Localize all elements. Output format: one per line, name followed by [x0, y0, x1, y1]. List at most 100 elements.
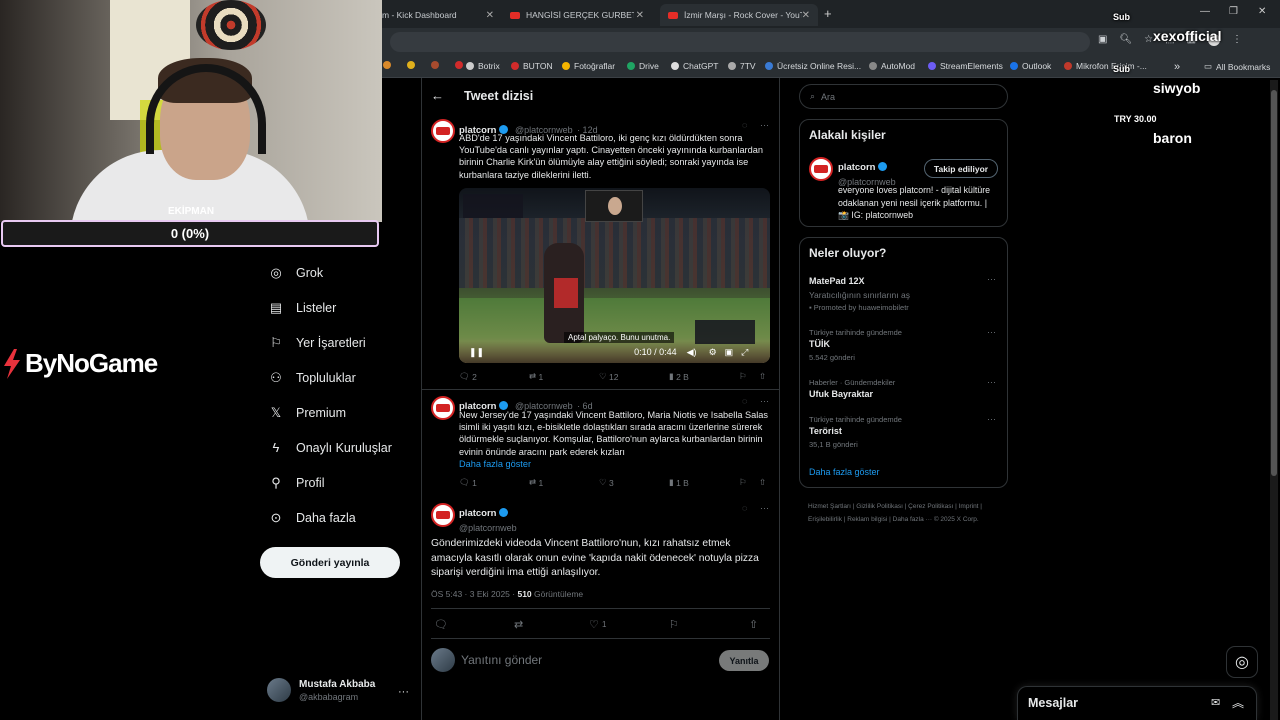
bookmark-icon[interactable]: ⚐ — [739, 477, 759, 488]
nav-bookmarks[interactable]: ⚐ Yer İşaretleri — [268, 335, 366, 351]
nav-grok[interactable]: ◎ Grok — [268, 265, 323, 281]
bookmark-drive[interactable]: Drive — [627, 61, 659, 71]
nav-communities[interactable]: ⚇ Topluluklar — [268, 370, 356, 386]
tweet-timestamp[interactable]: ÖS 5:43 · 3 Eki 2025 · — [431, 589, 517, 599]
trend-more-icon[interactable]: ··· — [987, 274, 996, 284]
menu-icon[interactable]: ⋮ — [1232, 34, 1242, 46]
avatar[interactable] — [431, 503, 455, 527]
close-icon[interactable]: ✕ — [802, 10, 810, 21]
trend-name[interactable]: MatePad 12X — [809, 276, 865, 286]
tweet-author-handle[interactable]: @platcornweb — [459, 523, 517, 533]
search-icon: ⌕ — [810, 91, 816, 101]
footer-links[interactable]: Hizmet Şartları | Gizlilik Politikası | … — [808, 500, 1003, 526]
pip-icon[interactable]: ▣ — [725, 347, 734, 358]
close-window-icon[interactable]: ✕ — [1258, 6, 1266, 17]
grok-icon[interactable]: ◌ — [742, 396, 747, 406]
bookmark-fotograflar[interactable]: Fotoğraflar — [562, 61, 615, 71]
maximize-icon[interactable]: ❐ — [1229, 6, 1238, 17]
bookmark-outlook[interactable]: Outlook — [1010, 61, 1051, 71]
trend-name[interactable]: Ufuk Bayraktar — [809, 389, 873, 399]
new-tab-button[interactable]: + — [824, 6, 832, 21]
trend-name[interactable]: Terörist — [809, 426, 842, 436]
bookmark-botrix[interactable]: Botrix — [466, 61, 500, 71]
nav-lists[interactable]: ▤ Listeler — [268, 300, 336, 316]
trend-more-icon[interactable]: ··· — [987, 377, 996, 387]
nav-verified-orgs[interactable]: ϟ Onaylı Kuruluşlar — [268, 440, 392, 455]
avatar[interactable] — [431, 396, 455, 420]
tweet-video[interactable]: Aptal palyaço. Bunu unutma. ❚❚ 0:10 / 0:… — [459, 188, 770, 363]
close-icon[interactable]: ✕ — [486, 10, 494, 21]
avatar[interactable] — [809, 157, 833, 181]
bookmark-buton[interactable]: BUTON — [511, 61, 553, 71]
following-button[interactable]: Takip ediliyor — [924, 159, 998, 178]
bookmark-streamelements[interactable]: StreamElements — [928, 61, 1003, 71]
bookmark-mikrofon[interactable]: Mikrofon Erişim -... — [1064, 61, 1147, 71]
address-bar[interactable] — [390, 32, 1090, 52]
like-button[interactable]: ♡ 12 — [599, 371, 669, 382]
cast-icon[interactable]: ▣ — [1098, 34, 1107, 46]
tweet-author-name[interactable]: platcorn — [459, 508, 496, 519]
nav-premium[interactable]: 𝕏 Premium — [268, 405, 346, 421]
settings-gear-icon[interactable]: ⚙ — [709, 347, 717, 358]
account-more-button[interactable]: ··· — [398, 686, 409, 698]
tab-youtube-gurbetci[interactable]: HANGİSİ GERÇEK GURBETÇİ?! F ✕ — [502, 4, 652, 26]
post-button[interactable]: Gönderi yayınla — [260, 547, 400, 578]
compose-message-icon[interactable]: ✉ — [1211, 696, 1220, 709]
tweet-more-icon[interactable]: ··· — [760, 396, 769, 406]
nav-more[interactable]: ⊙ Daha fazla — [268, 510, 356, 526]
messages-drawer[interactable]: Mesajlar ✉ ︽ — [1017, 686, 1257, 720]
reply-icon[interactable]: 🗨︎ — [434, 618, 514, 631]
trend-more-icon[interactable]: ··· — [987, 327, 996, 337]
bookmark-automod[interactable]: AutoMod — [869, 61, 915, 71]
bookmark-favicons[interactable] — [383, 61, 467, 69]
scrollbar-thumb[interactable] — [1271, 90, 1277, 476]
bookmark-ucretsiz[interactable]: Ücretsiz Online Resi... — [765, 61, 861, 71]
bookmark-icon[interactable]: ⚐ — [669, 618, 749, 631]
related-name[interactable]: platcorn — [838, 162, 875, 173]
chevron-up-icon[interactable]: ︽ — [1232, 694, 1244, 711]
tab-youtube-izmir[interactable]: İzmir Marşı - Rock Cover - YouT ✕ — [660, 4, 818, 26]
bookmark-7tv[interactable]: 7TV — [728, 61, 756, 71]
reply-button[interactable]: 🗨︎ 2 — [459, 371, 529, 382]
reply-input[interactable]: Yanıtını gönder — [461, 653, 542, 667]
repost-icon[interactable]: ⇄ — [514, 618, 589, 631]
nav-profile[interactable]: ⚲ Profil — [268, 475, 324, 491]
trend-name[interactable]: TÜİK — [809, 339, 830, 349]
goal-progress-bar: 0 (0%) — [1, 220, 379, 247]
reply-button[interactable]: 🗨︎ 1 — [459, 477, 529, 488]
share-icon[interactable]: ⇧ — [759, 477, 766, 488]
bookmark-icon[interactable]: ⚐ — [739, 371, 759, 382]
account-switcher[interactable]: Mustafa Akbaba @akbabagram — [267, 678, 375, 702]
tab-kick-dashboard[interactable]: m - Kick Dashboard ✕ — [374, 4, 502, 26]
repost-button[interactable]: ⇄ 1 — [529, 371, 599, 382]
like-button[interactable]: ♡ 1 — [589, 618, 669, 631]
reply-submit-button[interactable]: Yanıtla — [719, 650, 769, 671]
pause-icon[interactable]: ❚❚ — [469, 347, 484, 358]
share-icon[interactable]: ⇧ — [759, 371, 766, 382]
fullscreen-icon[interactable]: ⤢ — [741, 347, 748, 358]
avatar[interactable] — [431, 119, 455, 143]
bookmark-chatgpt[interactable]: ChatGPT — [671, 61, 718, 71]
star-icon[interactable]: ☆ — [1144, 34, 1153, 46]
minimize-icon[interactable]: — — [1200, 6, 1210, 17]
back-arrow-icon[interactable]: ← — [431, 88, 444, 103]
zoom-icon[interactable]: 🔍︎ — [1119, 34, 1132, 46]
tweet-more-icon[interactable]: ··· — [760, 503, 769, 513]
share-icon[interactable]: ⇧ — [749, 618, 758, 631]
tweet-more-icon[interactable]: ··· — [760, 120, 769, 130]
bookmarks-overflow-button[interactable]: » — [1174, 61, 1180, 73]
show-more-link[interactable]: Daha fazla göster — [459, 458, 531, 470]
views-button[interactable]: ▮ 1 B — [669, 477, 739, 488]
search-input[interactable]: ⌕ Ara — [799, 84, 1008, 109]
trend-more-icon[interactable]: ··· — [987, 414, 996, 424]
volume-icon[interactable]: ◀) — [687, 347, 697, 358]
show-more-link[interactable]: Daha fazla göster — [809, 466, 880, 478]
grok-icon[interactable]: ◌ — [742, 120, 747, 130]
all-bookmarks[interactable]: ▭ All Bookmarks — [1204, 61, 1270, 72]
repost-button[interactable]: ⇄ 1 — [529, 477, 599, 488]
grok-icon[interactable]: ◌ — [742, 503, 747, 513]
grok-float-button[interactable]: ◎ — [1226, 646, 1258, 678]
views-button[interactable]: ▮ 2 B — [669, 371, 739, 382]
like-button[interactable]: ♡ 3 — [599, 477, 669, 488]
close-icon[interactable]: ✕ — [636, 10, 644, 21]
